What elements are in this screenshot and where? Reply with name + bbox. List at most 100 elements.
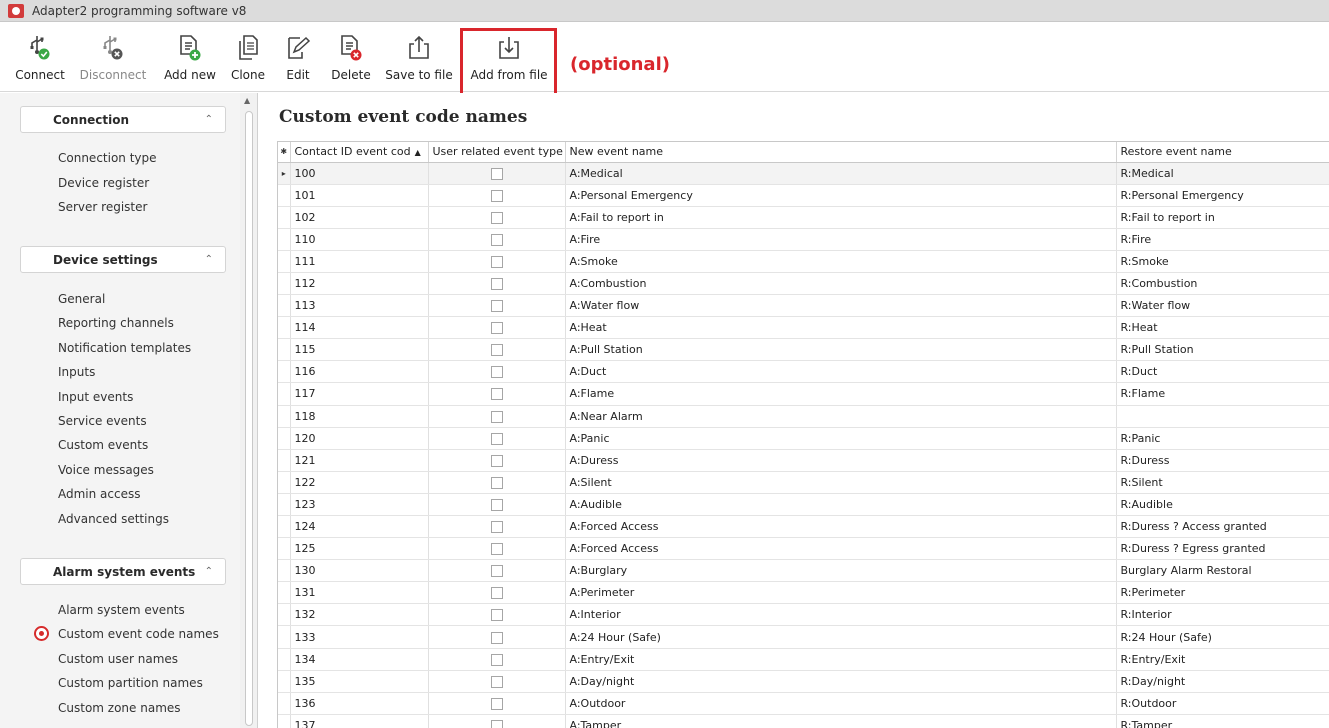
cell-restore-event-name[interactable]: R:Duress ? Access granted: [1116, 515, 1329, 539]
cell-contact-id[interactable]: 136: [290, 692, 429, 715]
column-header-restore-event-name[interactable]: Restore event name: [1116, 142, 1329, 163]
column-header-user-related[interactable]: User related event type: [428, 142, 566, 163]
sidebar-item-voice-messages[interactable]: Voice messages: [58, 463, 154, 477]
disconnect-button[interactable]: Disconnect: [78, 26, 148, 88]
sidebar-item-advanced-settings[interactable]: Advanced settings: [58, 512, 169, 526]
sidebar-item-notification-templates[interactable]: Notification templates: [58, 341, 191, 355]
user-related-checkbox[interactable]: [490, 388, 503, 401]
row-selector[interactable]: [278, 427, 291, 450]
table-row[interactable]: 123 A:Audible R:Audible: [278, 493, 1329, 517]
row-selector[interactable]: [278, 338, 291, 362]
user-related-checkbox[interactable]: [490, 410, 503, 423]
column-header-new-event-name[interactable]: New event name: [565, 142, 1117, 163]
cell-new-event-name[interactable]: A:Tamper: [565, 714, 1117, 728]
row-selector[interactable]: [278, 272, 291, 296]
cell-contact-id[interactable]: 125: [290, 537, 429, 561]
cell-restore-event-name[interactable]: R:Pull Station: [1116, 338, 1329, 362]
user-related-checkbox[interactable]: [490, 233, 503, 246]
cell-new-event-name[interactable]: A:Smoke: [565, 250, 1117, 273]
cell-contact-id[interactable]: 110: [290, 228, 429, 251]
table-row[interactable]: 112 A:Combustion R:Combustion: [278, 272, 1329, 296]
cell-restore-event-name[interactable]: R:Smoke: [1116, 250, 1329, 273]
table-row[interactable]: 118 A:Near Alarm: [278, 405, 1329, 428]
sidebar-item-alarm-system-events[interactable]: Alarm system events: [58, 603, 185, 617]
cell-new-event-name[interactable]: A:Forced Access: [565, 537, 1117, 561]
table-row[interactable]: 113 A:Water flow R:Water flow: [278, 294, 1329, 318]
user-related-checkbox[interactable]: [490, 565, 503, 578]
sidebar-item-reporting-channels[interactable]: Reporting channels: [58, 316, 174, 330]
row-selector[interactable]: [278, 515, 291, 539]
user-related-checkbox[interactable]: [490, 653, 503, 666]
user-related-checkbox[interactable]: [490, 344, 503, 357]
cell-new-event-name[interactable]: A:Duct: [565, 360, 1117, 384]
user-related-checkbox[interactable]: [490, 322, 503, 335]
table-row[interactable]: 131 A:Perimeter R:Perimeter: [278, 581, 1329, 605]
cell-new-event-name[interactable]: A:Forced Access: [565, 515, 1117, 539]
cell-restore-event-name[interactable]: R:Entry/Exit: [1116, 648, 1329, 671]
sidebar-item-connection-type[interactable]: Connection type: [58, 151, 157, 165]
user-related-checkbox[interactable]: [490, 211, 503, 224]
cell-restore-event-name[interactable]: R:Interior: [1116, 603, 1329, 627]
row-selector[interactable]: [278, 670, 291, 693]
cell-restore-event-name[interactable]: R:24 Hour (Safe): [1116, 625, 1329, 649]
sidebar-item-custom-events[interactable]: Custom events: [58, 438, 148, 452]
table-row[interactable]: 137 A:Tamper R:Tamper: [278, 714, 1329, 728]
cell-restore-event-name[interactable]: R:Duct: [1116, 360, 1329, 384]
table-row[interactable]: 111 A:Smoke R:Smoke: [278, 250, 1329, 273]
cell-contact-id[interactable]: 112: [290, 272, 429, 296]
cell-contact-id[interactable]: 124: [290, 515, 429, 539]
user-related-checkbox[interactable]: [490, 697, 503, 710]
cell-new-event-name[interactable]: A:Burglary: [565, 559, 1117, 583]
cell-contact-id[interactable]: 123: [290, 493, 429, 517]
user-related-checkbox[interactable]: [490, 631, 503, 644]
cell-contact-id[interactable]: 132: [290, 603, 429, 627]
section-header-alarm-system-events[interactable]: Alarm system events ⌃: [20, 558, 226, 585]
cell-new-event-name[interactable]: A:Day/night: [565, 670, 1117, 693]
user-related-checkbox[interactable]: [490, 255, 503, 268]
cell-contact-id[interactable]: 122: [290, 471, 429, 494]
cell-restore-event-name[interactable]: R:Water flow: [1116, 294, 1329, 318]
row-selector[interactable]: [278, 648, 291, 671]
row-selector[interactable]: [278, 603, 291, 627]
table-row[interactable]: 115 A:Pull Station R:Pull Station: [278, 338, 1329, 362]
cell-restore-event-name[interactable]: R:Outdoor: [1116, 692, 1329, 715]
user-related-checkbox[interactable]: [490, 432, 503, 445]
cell-contact-id[interactable]: 102: [290, 206, 429, 229]
sidebar-item-inputs[interactable]: Inputs: [58, 365, 95, 379]
row-selector[interactable]: [278, 206, 291, 229]
table-row[interactable]: 134 A:Entry/Exit R:Entry/Exit: [278, 648, 1329, 671]
cell-restore-event-name[interactable]: R:Duress ? Egress granted: [1116, 537, 1329, 561]
cell-restore-event-name[interactable]: Burglary Alarm Restoral: [1116, 559, 1329, 583]
table-row[interactable]: 121 A:Duress R:Duress: [278, 449, 1329, 472]
row-selector[interactable]: [278, 360, 291, 384]
cell-new-event-name[interactable]: A:Silent: [565, 471, 1117, 494]
table-row[interactable]: 117 A:Flame R:Flame: [278, 382, 1329, 406]
save-to-file-button[interactable]: Save to file: [384, 26, 454, 88]
table-row[interactable]: 114 A:Heat R:Heat: [278, 316, 1329, 340]
table-row[interactable]: 102 A:Fail to report in R:Fail to report i…: [278, 206, 1329, 229]
table-row[interactable]: 116 A:Duct R:Duct: [278, 360, 1329, 384]
sidebar-scrollbar[interactable]: ▲: [240, 93, 258, 728]
user-related-checkbox[interactable]: [490, 189, 503, 202]
cell-new-event-name[interactable]: A:Pull Station: [565, 338, 1117, 362]
cell-restore-event-name[interactable]: R:Duress: [1116, 449, 1329, 472]
cell-contact-id[interactable]: 130: [290, 559, 429, 583]
cell-restore-event-name[interactable]: R:Heat: [1116, 316, 1329, 340]
cell-new-event-name[interactable]: A:24 Hour (Safe): [565, 625, 1117, 649]
section-header-connection[interactable]: Connection ⌃: [20, 106, 226, 133]
cell-restore-event-name[interactable]: R:Combustion: [1116, 272, 1329, 296]
row-selector[interactable]: [278, 537, 291, 561]
column-header-contact-id[interactable]: Contact ID event cod ▲: [290, 142, 429, 163]
table-row[interactable]: 135 A:Day/night R:Day/night: [278, 670, 1329, 693]
user-related-checkbox[interactable]: [490, 675, 503, 688]
row-selector[interactable]: [278, 449, 291, 472]
cell-restore-event-name[interactable]: R:Fail to report in: [1116, 206, 1329, 229]
row-selector[interactable]: [278, 471, 291, 494]
sidebar-item-service-events[interactable]: Service events: [58, 414, 147, 428]
add-new-button[interactable]: Add new: [160, 26, 220, 88]
row-selector[interactable]: [278, 559, 291, 583]
cell-contact-id[interactable]: 117: [290, 382, 429, 406]
user-related-checkbox[interactable]: [490, 454, 503, 467]
cell-new-event-name[interactable]: A:Combustion: [565, 272, 1117, 296]
row-selector[interactable]: [278, 714, 291, 728]
